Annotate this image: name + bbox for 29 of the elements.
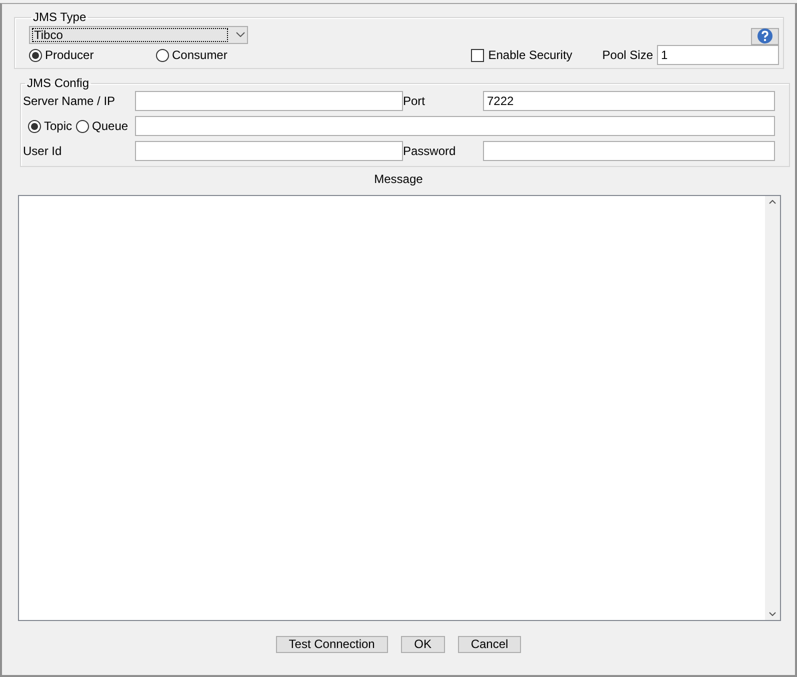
password-field[interactable] [483, 141, 775, 161]
field-label: Password [403, 144, 457, 158]
radio-button[interactable]: Consumer [156, 48, 228, 62]
radio-button[interactable]: Queue [76, 119, 128, 133]
scroll-up-icon[interactable] [769, 200, 776, 204]
radio-button[interactable]: Producer [29, 48, 94, 62]
group-title: JMS Type [32, 10, 88, 24]
group-title: JMS Config [26, 76, 90, 90]
port-field[interactable]: 7222 [483, 91, 775, 111]
field-label: User Id [23, 144, 63, 158]
pool-size-field[interactable]: 1 [657, 45, 779, 65]
chevron-down-icon [236, 32, 245, 37]
user-id-field[interactable] [135, 141, 403, 161]
dialog-button[interactable]: Test Connection [276, 636, 388, 653]
type-dropdown[interactable]: Tibco [29, 26, 248, 44]
destination-field[interactable] [135, 116, 775, 136]
field-label: Pool Size [602, 48, 653, 62]
dialog-button[interactable]: OK [400, 636, 445, 653]
radio-button[interactable]: Topic [28, 119, 72, 133]
scrollbar[interactable] [765, 196, 780, 620]
field-label: Port [403, 94, 426, 108]
checkbox[interactable]: Enable Security [471, 48, 572, 62]
server-field[interactable] [135, 91, 403, 111]
scroll-down-icon[interactable] [769, 612, 776, 616]
help-icon [757, 28, 773, 44]
dialog-button[interactable]: Cancel [458, 636, 522, 653]
message-label: Message [374, 172, 423, 186]
field-label: Server Name / IP [23, 94, 116, 108]
help-button[interactable] [751, 28, 779, 44]
